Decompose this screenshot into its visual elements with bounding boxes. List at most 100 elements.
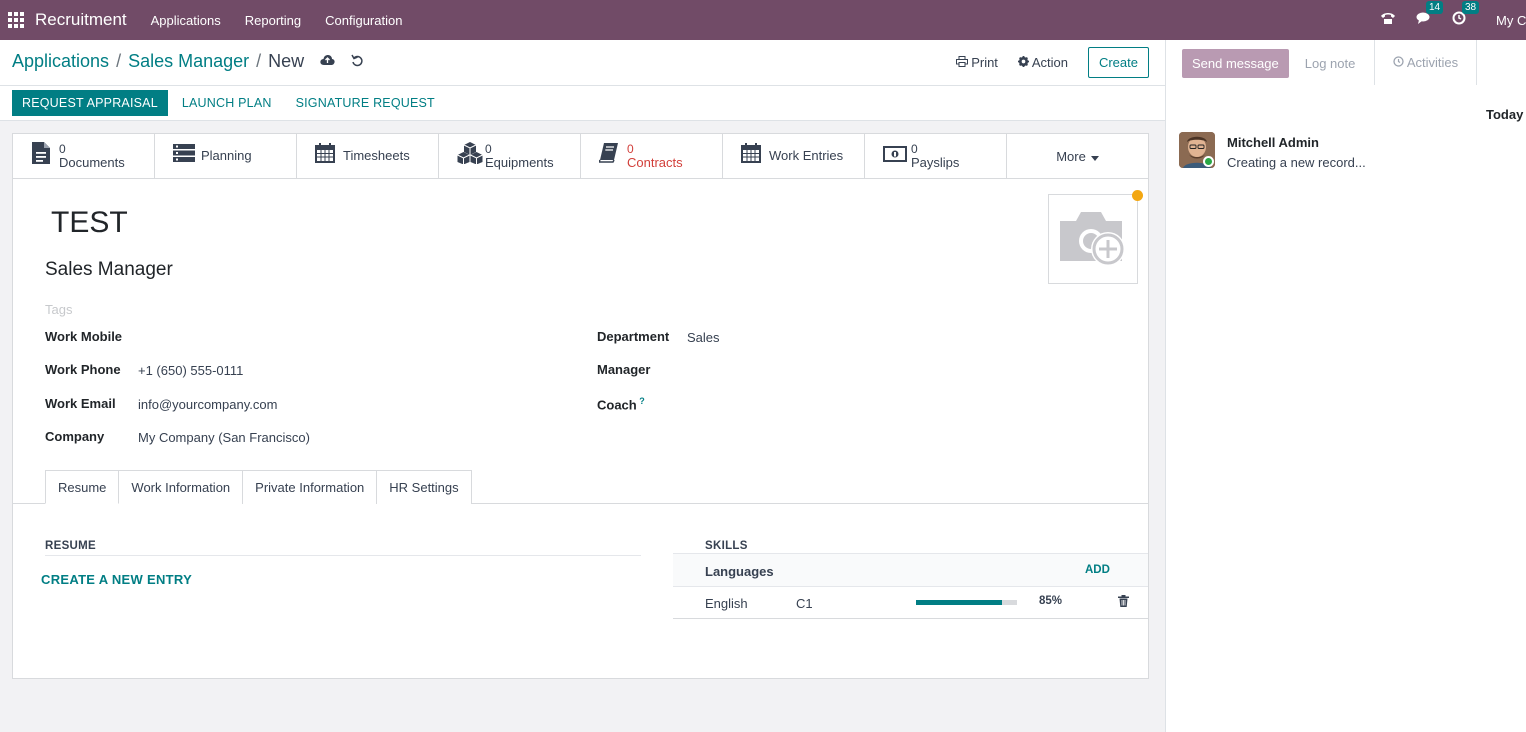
message-body: Creating a new record... <box>1227 155 1366 170</box>
message-author[interactable]: Mitchell Admin <box>1227 135 1319 150</box>
app-name[interactable]: Recruitment <box>35 10 127 30</box>
menu-reporting[interactable]: Reporting <box>245 13 301 28</box>
company-label: Company <box>45 429 105 444</box>
resume-divider <box>45 555 641 556</box>
resume-section-title: RESUME <box>45 540 97 552</box>
calendar-icon <box>741 143 761 169</box>
gear-icon <box>1017 55 1032 70</box>
payslips-count: 0 <box>911 142 918 156</box>
timesheets-smart-button[interactable]: Timesheets <box>297 134 439 178</box>
printer-icon <box>955 55 972 70</box>
skills-section-title: SKILLS <box>705 540 748 552</box>
notebook-tabs: Resume Work Information Private Informat… <box>45 470 472 504</box>
payslips-label: Payslips <box>911 155 960 170</box>
apps-menu-icon[interactable] <box>8 12 24 28</box>
contracts-smart-button[interactable]: 0 Contracts <box>581 134 723 178</box>
tab-work-information[interactable]: Work Information <box>118 470 244 504</box>
skill-row[interactable]: English C1 85% <box>673 587 1148 619</box>
company-switcher[interactable]: My C <box>1496 13 1526 28</box>
skill-progress-bar <box>916 600 1017 605</box>
planning-tasks-icon <box>173 144 195 168</box>
trash-icon[interactable] <box>1118 595 1129 610</box>
planning-label: Planning <box>201 148 252 163</box>
documents-count: 0 <box>59 142 66 156</box>
tab-private-information[interactable]: Private Information <box>242 470 378 504</box>
chatter-panel: Send message Log note Activities Today M… <box>1165 40 1526 732</box>
employee-name-field[interactable]: TEST <box>51 206 128 240</box>
phone-icon[interactable] <box>1380 11 1396 29</box>
discard-undo-icon[interactable] <box>351 54 364 70</box>
signature-request-button[interactable]: SIGNATURE REQUEST <box>286 90 445 116</box>
menu-configuration[interactable]: Configuration <box>325 13 402 28</box>
company-field[interactable]: My Company (San Francisco) <box>138 430 310 445</box>
messages-icon[interactable]: 14 <box>1416 1 1444 29</box>
breadcrumb: Applications / Sales Manager / New <box>12 51 364 72</box>
contracts-label: Contracts <box>627 155 683 170</box>
status-bar: REQUEST APPRAISAL LAUNCH PLAN SIGNATURE … <box>0 86 1165 121</box>
top-navbar: Recruitment Applications Reporting Confi… <box>0 0 1526 40</box>
online-status-dot <box>1203 156 1214 167</box>
form-sheet: 0 Documents Planning Timesheets 0 Equipmen… <box>12 133 1149 679</box>
activities-button[interactable]: Activities <box>1374 40 1477 85</box>
presence-status-dot <box>1132 190 1143 201</box>
camera-add-icon <box>1058 207 1128 272</box>
menu-applications[interactable]: Applications <box>151 13 221 28</box>
smart-buttons-row: 0 Documents Planning Timesheets 0 Equipmen… <box>13 134 1148 179</box>
cubes-icon <box>457 142 483 170</box>
skills-table: Languages ADD English C1 85% <box>673 553 1148 619</box>
tab-resume[interactable]: Resume <box>45 470 120 504</box>
help-tooltip-icon[interactable]: ? <box>637 396 645 406</box>
activities-clock-icon[interactable]: 38 <box>1452 1 1480 29</box>
add-skill-button[interactable]: ADD <box>1085 564 1110 576</box>
breadcrumb-sales-manager[interactable]: Sales Manager <box>128 51 249 72</box>
send-message-button[interactable]: Send message <box>1182 48 1289 78</box>
work-entries-label: Work Entries <box>769 148 844 163</box>
coach-label-text: Coach <box>597 397 637 413</box>
skill-group-header: Languages ADD <box>673 553 1148 587</box>
log-note-button[interactable]: Log note <box>1305 56 1356 71</box>
clock-icon <box>1393 55 1404 70</box>
create-new-entry-button[interactable]: CREATE A NEW ENTRY <box>41 572 192 587</box>
equipments-label: Equipments <box>485 155 554 170</box>
money-bill-icon <box>883 145 907 168</box>
work-phone-field[interactable]: +1 (650) 555-0111 <box>138 363 243 378</box>
skill-progress-fill <box>916 600 1002 605</box>
breadcrumb-applications[interactable]: Applications <box>12 51 109 72</box>
tags-input[interactable]: Tags <box>45 302 72 317</box>
save-cloud-icon[interactable] <box>320 54 335 69</box>
manager-label: Manager <box>597 362 651 377</box>
date-separator: Today <box>1486 107 1524 122</box>
job-title-field[interactable]: Sales Manager <box>45 259 173 281</box>
create-button[interactable]: Create <box>1087 47 1149 78</box>
documents-smart-button[interactable]: 0 Documents <box>13 134 155 178</box>
work-email-field[interactable]: info@yourcompany.com <box>138 397 277 412</box>
planning-smart-button[interactable]: Planning <box>155 134 297 178</box>
contracts-count: 0 <box>627 142 634 156</box>
work-entries-smart-button[interactable]: Work Entries <box>723 134 865 178</box>
more-smart-buttons-dropdown[interactable]: More <box>1007 134 1148 178</box>
launch-plan-button[interactable]: LAUNCH PLAN <box>172 90 282 116</box>
tab-hr-settings[interactable]: HR Settings <box>376 470 472 504</box>
skill-name: English <box>705 596 748 611</box>
department-field[interactable]: Sales <box>687 330 720 345</box>
request-appraisal-button[interactable]: REQUEST APPRAISAL <box>12 90 168 116</box>
payslips-smart-button[interactable]: 0 Payslips <box>865 134 1007 178</box>
breadcrumb-current: New <box>268 51 305 71</box>
activities-label: Activities <box>1406 55 1459 70</box>
action-button[interactable]: Action <box>1017 55 1068 70</box>
work-mobile-label: Work Mobile <box>45 329 123 344</box>
coach-label: Coach ? <box>597 396 645 412</box>
control-panel: Applications / Sales Manager / New Print… <box>0 40 1165 86</box>
documents-label: Documents <box>59 155 125 170</box>
skill-progress-label: 85% <box>1039 595 1063 607</box>
skill-level: C1 <box>796 596 813 611</box>
book-icon <box>597 143 619 169</box>
activities-badge: 38 <box>1462 1 1480 14</box>
equipments-smart-button[interactable]: 0 Equipments <box>439 134 581 178</box>
messages-badge: 14 <box>1426 1 1444 14</box>
timesheets-label: Timesheets <box>343 148 410 163</box>
print-button[interactable]: Print <box>955 55 998 70</box>
more-label: More <box>1056 148 1086 164</box>
employee-photo-upload[interactable] <box>1048 194 1138 284</box>
action-label: Action <box>1031 55 1068 70</box>
